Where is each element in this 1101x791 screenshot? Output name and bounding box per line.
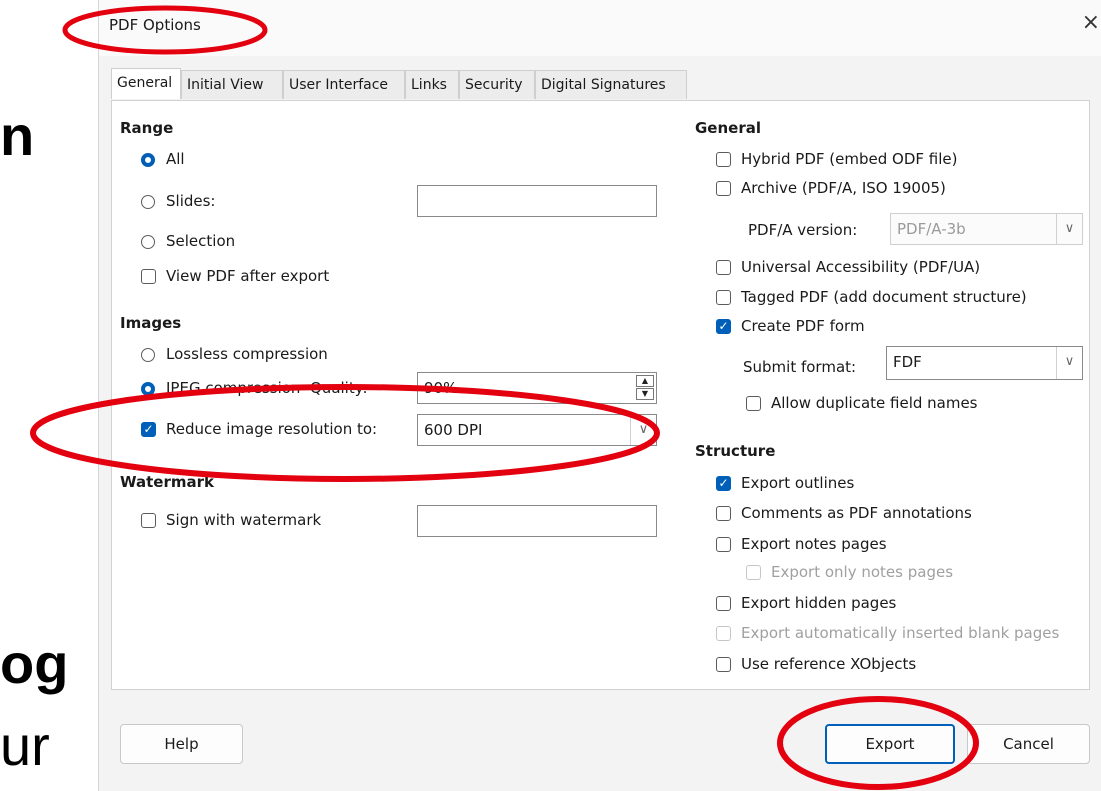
submit-format-dropdown[interactable]: FDF ∨ bbox=[886, 346, 1083, 380]
lossless-label: Lossless compression bbox=[166, 345, 328, 363]
range-all-radio[interactable] bbox=[141, 153, 155, 167]
slides-input[interactable] bbox=[417, 185, 657, 217]
quality-label: Quality: bbox=[310, 379, 368, 397]
range-slides-label: Slides: bbox=[166, 192, 216, 210]
range-all-label: All bbox=[166, 150, 185, 168]
hybrid-pdf-label: Hybrid PDF (embed ODF file) bbox=[741, 150, 958, 168]
export-blank-pages-label: Export automatically inserted blank page… bbox=[741, 624, 1060, 642]
general-panel: Range All Slides: Selection View PDF aft… bbox=[111, 100, 1090, 690]
allow-duplicate-checkbox[interactable] bbox=[746, 396, 761, 411]
images-heading: Images bbox=[120, 314, 182, 332]
jpeg-compression-text: JPEG compression bbox=[166, 379, 301, 397]
watermark-heading: Watermark bbox=[120, 473, 214, 491]
tagged-pdf-label: Tagged PDF (add document structure) bbox=[741, 288, 1027, 306]
pdfa-version-dropdown[interactable]: PDF/A-3b ∨ bbox=[890, 213, 1083, 245]
jpeg-label: JPEG compression Quality: bbox=[166, 379, 368, 397]
allow-duplicate-label: Allow duplicate field names bbox=[771, 394, 978, 412]
lossless-radio[interactable] bbox=[141, 348, 155, 362]
background-slide-text: n bbox=[0, 104, 35, 167]
tab-user-interface[interactable]: User Interface bbox=[283, 70, 405, 99]
view-after-export-checkbox[interactable] bbox=[141, 269, 156, 284]
submit-format-label: Submit format: bbox=[743, 358, 857, 376]
hybrid-pdf-checkbox[interactable] bbox=[716, 152, 731, 167]
comments-annotations-label: Comments as PDF annotations bbox=[741, 504, 972, 522]
sign-watermark-label: Sign with watermark bbox=[166, 511, 322, 529]
tab-general[interactable]: General bbox=[111, 68, 181, 99]
pdf-options-dialog: PDF Options × General Initial View User … bbox=[98, 0, 1101, 791]
tab-initial-view[interactable]: Initial View bbox=[181, 70, 283, 99]
quality-spinner[interactable]: ▲ ▼ bbox=[636, 375, 654, 401]
title-bar: PDF Options × bbox=[99, 0, 1101, 56]
background-slide-text: ur bbox=[0, 714, 50, 777]
view-after-export-label: View PDF after export bbox=[166, 267, 330, 285]
chevron-down-icon[interactable]: ∨ bbox=[1056, 214, 1082, 244]
pdfa-version-value: PDF/A-3b bbox=[897, 220, 966, 238]
export-only-notes-checkbox[interactable] bbox=[746, 565, 761, 580]
chevron-down-icon[interactable]: ∨ bbox=[1056, 347, 1082, 379]
export-notes-label: Export notes pages bbox=[741, 535, 887, 553]
close-icon[interactable]: × bbox=[1082, 10, 1100, 35]
export-only-notes-label: Export only notes pages bbox=[771, 563, 954, 581]
reference-xobjects-label: Use reference XObjects bbox=[741, 655, 917, 673]
submit-format-value: FDF bbox=[893, 353, 922, 371]
jpeg-radio[interactable] bbox=[141, 382, 155, 396]
export-blank-pages-checkbox[interactable] bbox=[716, 626, 731, 641]
export-notes-checkbox[interactable] bbox=[716, 537, 731, 552]
tab-security[interactable]: Security bbox=[459, 70, 535, 99]
archive-checkbox[interactable] bbox=[716, 181, 731, 196]
comments-annotations-checkbox[interactable] bbox=[716, 506, 731, 521]
spin-down-icon[interactable]: ▼ bbox=[636, 388, 654, 400]
archive-label: Archive (PDF/A, ISO 19005) bbox=[741, 179, 946, 197]
pdfa-version-label: PDF/A version: bbox=[748, 221, 858, 239]
range-slides-radio[interactable] bbox=[141, 195, 155, 209]
resolution-value: 600 DPI bbox=[424, 421, 483, 439]
range-selection-radio[interactable] bbox=[141, 235, 155, 249]
universal-accessibility-label: Universal Accessibility (PDF/UA) bbox=[741, 258, 981, 276]
range-heading: Range bbox=[120, 119, 174, 137]
create-form-label: Create PDF form bbox=[741, 317, 865, 335]
tab-links[interactable]: Links bbox=[405, 70, 459, 99]
chevron-down-icon[interactable]: ∨ bbox=[630, 415, 656, 445]
background-slide-text: og bbox=[0, 632, 69, 695]
universal-accessibility-checkbox[interactable] bbox=[716, 260, 731, 275]
quality-value: 90% bbox=[424, 379, 458, 397]
reduce-resolution-checkbox[interactable]: ✓ bbox=[141, 422, 156, 437]
range-selection-label: Selection bbox=[166, 232, 236, 250]
resolution-dropdown[interactable]: 600 DPI ∨ bbox=[417, 414, 657, 446]
spin-up-icon[interactable]: ▲ bbox=[636, 375, 654, 387]
create-form-checkbox[interactable]: ✓ bbox=[716, 319, 731, 334]
reduce-resolution-label: Reduce image resolution to: bbox=[166, 420, 378, 438]
general-heading: General bbox=[695, 119, 761, 137]
export-hidden-label: Export hidden pages bbox=[741, 594, 897, 612]
cancel-button[interactable]: Cancel bbox=[967, 724, 1090, 764]
export-outlines-checkbox[interactable]: ✓ bbox=[716, 476, 731, 491]
reference-xobjects-checkbox[interactable] bbox=[716, 657, 731, 672]
tagged-pdf-checkbox[interactable] bbox=[716, 290, 731, 305]
help-button[interactable]: Help bbox=[120, 724, 243, 764]
structure-heading: Structure bbox=[695, 442, 776, 460]
export-hidden-checkbox[interactable] bbox=[716, 596, 731, 611]
export-outlines-label: Export outlines bbox=[741, 474, 855, 492]
watermark-input[interactable] bbox=[417, 505, 657, 537]
export-button[interactable]: Export bbox=[825, 724, 955, 764]
tab-digital-signatures[interactable]: Digital Signatures bbox=[535, 70, 687, 99]
sign-watermark-checkbox[interactable] bbox=[141, 513, 156, 528]
quality-spinbox[interactable]: 90% ▲ ▼ bbox=[417, 372, 657, 404]
dialog-title: PDF Options bbox=[109, 16, 201, 34]
